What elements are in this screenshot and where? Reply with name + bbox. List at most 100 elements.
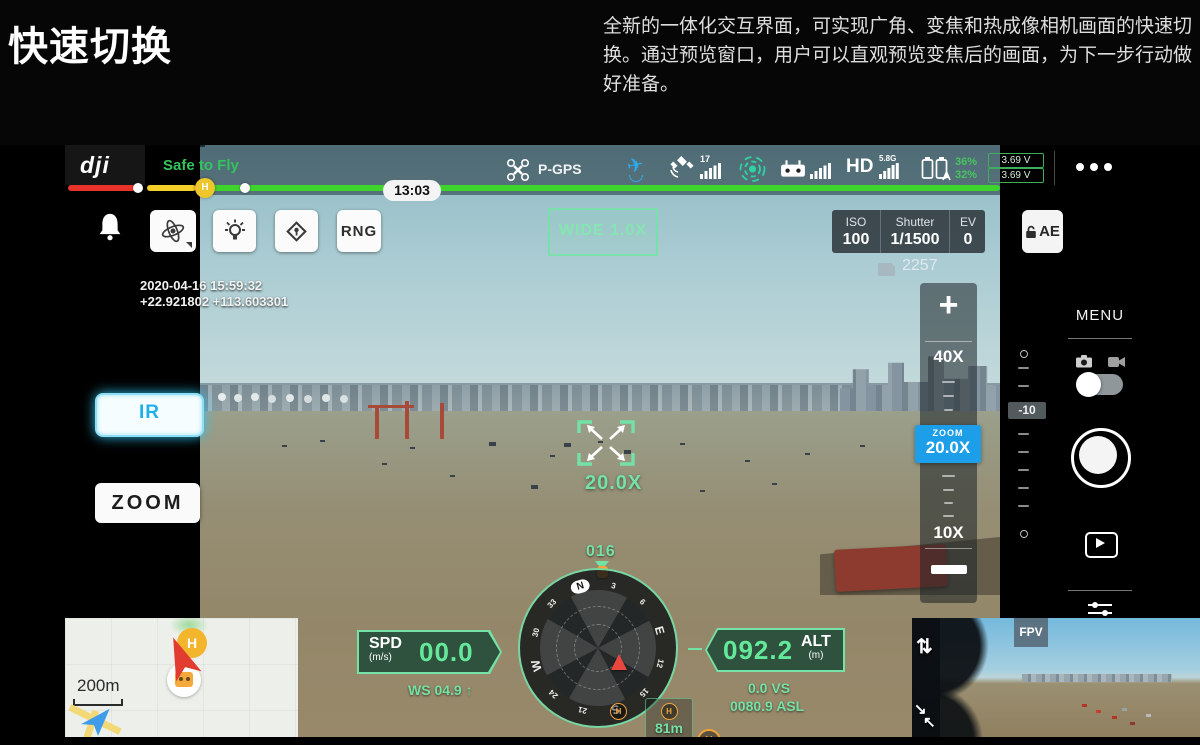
spd-unit: (m/s) <box>369 652 402 663</box>
pitch-tick <box>1018 487 1029 489</box>
battery2-voltage[interactable]: 3.69 V <box>988 168 1044 183</box>
exposure-panel[interactable]: ISO 100 Shutter 1/1500 EV 0 <box>832 210 985 253</box>
rangefinder-button[interactable]: RNG <box>337 210 381 252</box>
battery-bar-safe <box>212 185 1000 191</box>
compass-tick-label: 21 <box>577 705 588 716</box>
altitude-labels: ALT (m) <box>801 634 831 661</box>
hd-signal-bars-icon <box>879 163 899 179</box>
aircraft-marker-icon <box>611 654 627 670</box>
ev-label: EV <box>960 215 976 229</box>
compass-disc <box>540 590 656 706</box>
gimbal-mode-button[interactable] <box>150 210 196 252</box>
sd-remaining-count[interactable]: 2257 <box>902 257 938 275</box>
pitch-scale-end <box>1020 350 1028 358</box>
ae-lock-button[interactable]: AE <box>1022 210 1063 253</box>
flight-status-text[interactable]: Safe to Fly <box>163 157 239 174</box>
battery1-voltage-value: 3.69 V <box>1002 155 1031 166</box>
scale-tick <box>121 699 123 706</box>
swap-view-icon[interactable]: ⇅ <box>916 634 933 659</box>
zoom-crosshair-icon[interactable] <box>575 417 637 469</box>
battery-bar-warning <box>147 185 196 191</box>
page: 快速切换 全新的一体化交互界面，可实现广角、变焦和热成像相机画面的快速切换。通过… <box>0 0 1200 745</box>
alt-connector <box>688 648 702 650</box>
pitch-scale-end <box>1020 530 1028 538</box>
dji-pilot-screenshot: dji Safe to Fly H 13:03 P-GPS ✈ 17 <box>0 145 1200 745</box>
hd-link-label[interactable]: HD <box>846 156 873 178</box>
notification-bell-icon[interactable] <box>98 212 122 242</box>
photo-mode-icon[interactable] <box>1076 355 1092 368</box>
shutter-value: 1/1500 <box>891 231 940 249</box>
zoom-badge-value: 20.0X <box>915 438 981 458</box>
waypoint-diamond-icon <box>283 218 310 245</box>
pitch-tick <box>1018 451 1029 453</box>
spd-value: 00.0 <box>419 637 474 668</box>
current-zoom-badge[interactable]: ZOOM 20.0X <box>915 425 981 463</box>
pitch-tick <box>1018 367 1029 369</box>
rc-dot <box>179 677 183 681</box>
compass-home-marker: H <box>610 703 627 720</box>
zoom-out-button[interactable] <box>931 565 967 574</box>
ir-camera-button[interactable]: IR <box>95 393 204 437</box>
more-menu-button[interactable] <box>1076 163 1112 171</box>
shutter-label: Shutter <box>896 215 935 229</box>
battery1-percent: 36% <box>955 156 977 168</box>
obstacle-sensing-icon[interactable] <box>737 154 768 184</box>
hd-band-label: 5.8G <box>879 154 896 163</box>
pitch-tick <box>1018 385 1029 387</box>
zoom-tick <box>943 489 954 491</box>
shutter-button[interactable] <box>1071 428 1131 488</box>
remote-controller-icon[interactable] <box>780 160 806 178</box>
crane <box>375 405 379 439</box>
asl-readout: 0080.9 ASL <box>730 698 804 714</box>
zoom-in-button[interactable]: + <box>920 287 977 323</box>
zoom-max-label[interactable]: 40X <box>920 347 977 367</box>
zoom-camera-button[interactable]: ZOOM <box>95 483 200 523</box>
zoom-tick <box>943 395 954 397</box>
home-point-badge: H <box>195 178 215 198</box>
wide-lens-badge[interactable]: WIDE 1.0X <box>548 208 658 256</box>
ev-value: 0 <box>964 231 973 249</box>
waypoint-button[interactable] <box>275 210 318 252</box>
alt-value: 092.2 <box>723 635 793 666</box>
time-pill: 13:03 <box>383 180 441 201</box>
fpv-label-badge: FPV <box>1014 618 1048 647</box>
zoom-min-label[interactable]: 10X <box>920 523 977 543</box>
panel-divider <box>1068 590 1132 591</box>
alt-unit: (m) <box>801 650 831 661</box>
beacon-light-button[interactable] <box>213 210 256 252</box>
battery-bar-dot <box>133 183 143 193</box>
minimap[interactable]: H 200m <box>65 618 298 737</box>
coordinates-overlay: +22.921802 +113.603301 <box>140 294 288 309</box>
heading-readout: 016 <box>586 543 616 561</box>
expand-icon-b[interactable]: ↖ <box>923 713 936 731</box>
fpv-preview-window[interactable]: ⇅ ↘ ↖ FPV <box>912 618 1200 737</box>
speed-panel: SPD (m/s) 00.0 <box>357 630 502 674</box>
panel-divider <box>1068 338 1132 339</box>
dual-battery-icon[interactable] <box>920 156 952 182</box>
play-icon <box>1096 538 1105 548</box>
map-scale-label: 200m <box>77 676 120 696</box>
gps-mode-label[interactable]: P-GPS <box>538 161 582 177</box>
battery1-voltage[interactable]: 3.69 V <box>988 153 1044 168</box>
center-zoom-readout: 20.0X <box>585 472 642 495</box>
menu-button[interactable]: MENU <box>1068 307 1132 324</box>
dropdown-corner-icon <box>186 242 192 248</box>
lock-icon <box>1025 225 1037 239</box>
playback-button[interactable] <box>1085 532 1118 558</box>
photo-video-toggle[interactable] <box>1079 374 1123 395</box>
satellite-icon[interactable] <box>668 156 696 180</box>
zoom-slider[interactable]: + 40X ZOOM 20.0X 10X <box>920 283 977 603</box>
pitch-tick <box>1018 433 1029 435</box>
zoom-tick <box>944 502 953 504</box>
slider-divider <box>925 548 972 549</box>
shutter-inner <box>1079 436 1117 474</box>
aircraft-icon[interactable] <box>505 158 531 182</box>
speed-labels: SPD (m/s) <box>369 636 402 663</box>
home-distance-value: 81m <box>646 720 692 736</box>
wind-readout: WS 04.9 ↑ <box>408 682 473 698</box>
zoom-tick <box>942 475 955 477</box>
battery2-voltage-value: 3.69 V <box>1002 170 1031 181</box>
alt-label: ALT <box>801 634 831 650</box>
video-mode-icon[interactable] <box>1108 356 1125 368</box>
zoom-tick <box>944 409 953 411</box>
